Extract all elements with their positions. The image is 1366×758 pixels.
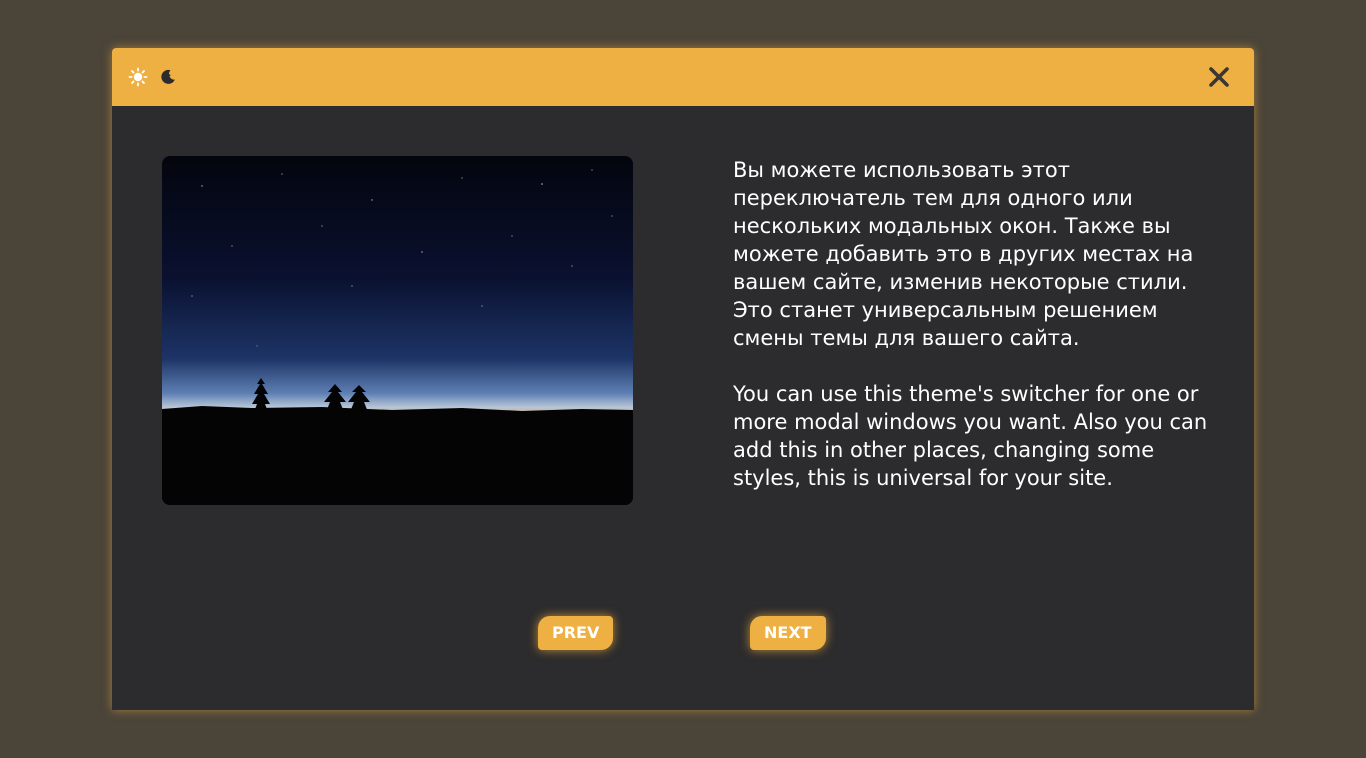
paragraph-en: You can use this theme's switcher for on… [733, 382, 1208, 490]
description-text: Вы можете использовать этот переключател… [733, 156, 1213, 492]
modal-window: Вы можете использовать этот переключател… [112, 48, 1254, 710]
next-button[interactable]: NEXT [750, 616, 826, 650]
moon-icon[interactable] [158, 65, 178, 89]
sun-icon[interactable] [128, 65, 148, 89]
close-icon[interactable] [1206, 64, 1232, 90]
night-sky-photo [162, 156, 633, 505]
theme-switcher [128, 65, 178, 89]
paragraph-ru: Вы можете использовать этот переключател… [733, 158, 1194, 350]
modal-header [112, 48, 1254, 106]
prev-button[interactable]: PREV [538, 616, 614, 650]
